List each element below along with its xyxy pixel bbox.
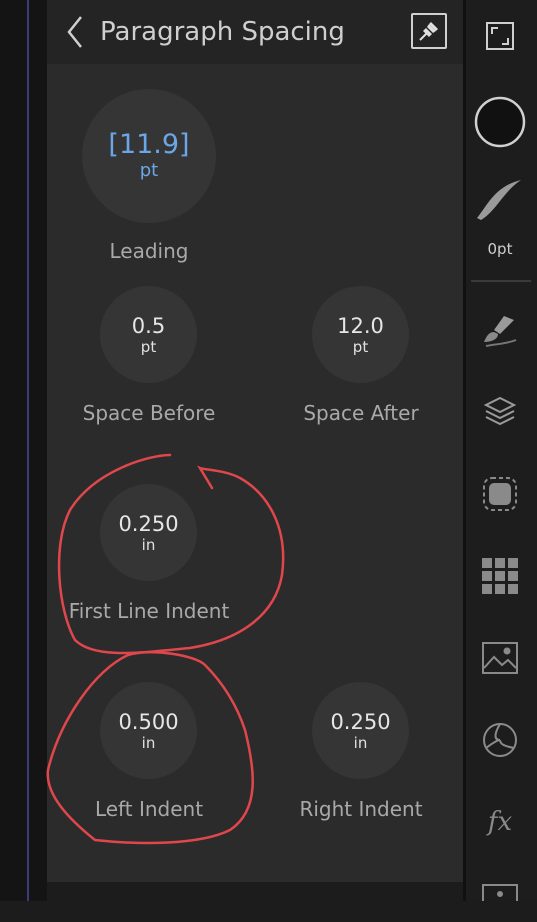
pin-button[interactable] — [411, 13, 447, 49]
leading-label: Leading — [109, 239, 189, 263]
pin-icon — [419, 22, 438, 41]
first-line-indent-unit: in — [141, 535, 156, 554]
left-indent-value: 0.500 — [118, 709, 179, 734]
color-wheel-icon[interactable] — [480, 720, 520, 760]
brush-icon[interactable] — [480, 310, 520, 350]
layers-icon[interactable] — [480, 392, 520, 432]
fullscreen-icon[interactable] — [480, 16, 520, 56]
left-indent-label: Left Indent — [94, 797, 204, 821]
canvas-edge — [0, 0, 47, 901]
space-after-dial[interactable]: 12.0 pt — [312, 286, 409, 383]
leading-value: [11.9] — [108, 129, 190, 160]
space-before-label: Space Before — [82, 401, 216, 425]
space-before-value: 0.5 — [131, 313, 166, 338]
partial-tool-icon[interactable] — [480, 882, 520, 922]
first-line-indent-value: 0.250 — [118, 511, 179, 536]
right-toolbar: 0pt fx — [463, 0, 537, 901]
right-indent-label: Right Indent — [299, 797, 423, 821]
toolbar-divider — [463, 0, 466, 901]
first-line-indent-dial[interactable]: 0.250 in — [100, 484, 197, 581]
leading-dial[interactable]: [11.9] pt — [82, 89, 216, 223]
space-before-unit: pt — [140, 337, 157, 356]
paragraph-spacing-panel: Paragraph Spacing [11.9] pt Leading 0.5 … — [47, 0, 463, 882]
left-indent-unit: in — [141, 733, 156, 752]
right-indent-value: 0.250 — [330, 709, 391, 734]
grid-icon[interactable] — [480, 556, 520, 596]
right-indent-dial[interactable]: 0.250 in — [312, 682, 409, 779]
fx-icon[interactable]: fx — [480, 802, 520, 842]
space-before-dial[interactable]: 0.5 pt — [100, 286, 197, 383]
chevron-left-icon[interactable] — [65, 14, 85, 50]
space-after-unit: pt — [352, 337, 369, 356]
panel-header: Paragraph Spacing — [47, 0, 463, 64]
panel-title: Paragraph Spacing — [100, 17, 345, 47]
space-after-value: 12.0 — [337, 313, 384, 338]
first-line-indent-label: First Line Indent — [68, 599, 230, 623]
selection-icon[interactable] — [480, 474, 520, 514]
image-icon[interactable] — [480, 638, 520, 678]
space-after-label: Space After — [303, 401, 419, 425]
stroke-icon[interactable] — [473, 176, 527, 224]
document-edge-line — [27, 0, 29, 901]
color-swatch-icon[interactable] — [473, 95, 527, 149]
right-indent-unit: in — [353, 733, 368, 752]
stroke-width-label: 0pt — [487, 240, 513, 258]
left-indent-dial[interactable]: 0.500 in — [100, 682, 197, 779]
leading-unit: pt — [139, 160, 159, 181]
toolbar-separator — [471, 280, 531, 282]
